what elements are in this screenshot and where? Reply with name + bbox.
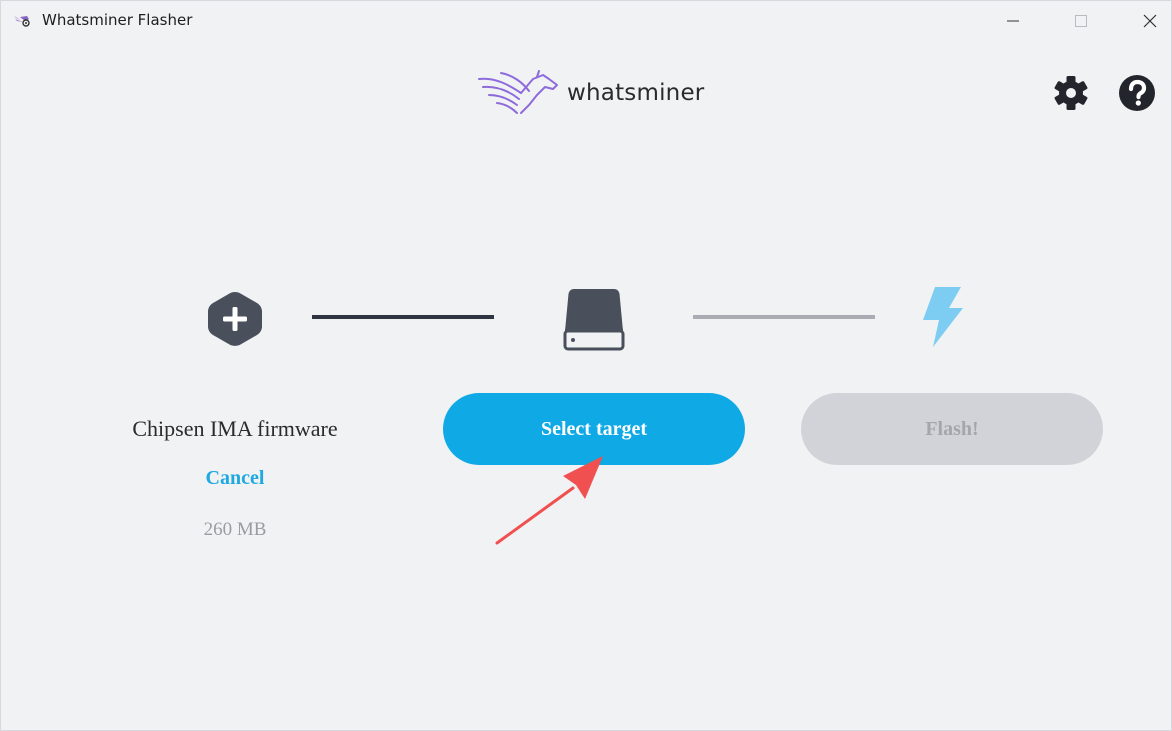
settings-gear-icon[interactable] (1051, 73, 1091, 113)
window-title: Whatsminer Flasher (42, 11, 193, 29)
minimize-icon (1007, 20, 1019, 22)
close-button[interactable] (1127, 1, 1171, 41)
pegasus-logo-icon (478, 70, 558, 114)
title-bar: Whatsminer Flasher (1, 1, 1171, 41)
lightning-bolt-icon (923, 287, 963, 347)
maximize-button[interactable] (1058, 1, 1104, 41)
annotation-arrow-icon (495, 456, 603, 545)
logo-text: whatsminer (567, 80, 705, 106)
minimize-button[interactable] (990, 1, 1036, 41)
drive-icon[interactable] (563, 287, 625, 351)
whatsminer-logo: whatsminer (477, 69, 704, 117)
flash-button[interactable]: Flash! (801, 393, 1103, 465)
firmware-file-name: Chipsen IMA firmware (132, 416, 338, 441)
step-connector-1 (312, 315, 494, 319)
help-question-icon[interactable] (1117, 73, 1157, 113)
step-connector-2 (693, 315, 875, 319)
maximize-icon (1075, 15, 1087, 27)
app-logo-icon (14, 16, 30, 27)
plus-hexagon-icon[interactable] (206, 290, 264, 348)
app-window: Whatsminer Flasher whatsminer Chipsen IM… (0, 0, 1172, 731)
cancel-button[interactable]: Cancel (185, 467, 285, 490)
firmware-size: 260 MB (203, 519, 267, 540)
close-icon (1143, 14, 1157, 28)
